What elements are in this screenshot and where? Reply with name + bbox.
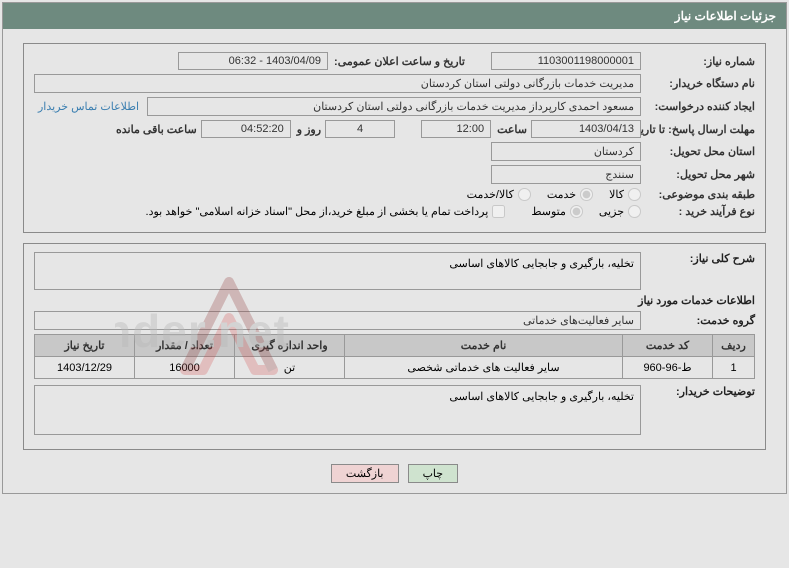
radio-small[interactable] bbox=[628, 205, 641, 218]
th-row: ردیف bbox=[713, 335, 755, 357]
cell-row: 1 bbox=[713, 357, 755, 379]
label-need-no: شماره نیاز: bbox=[645, 55, 755, 68]
cell-date: 1403/12/29 bbox=[35, 357, 135, 379]
th-unit: واحد اندازه گیری bbox=[235, 335, 345, 357]
label-time-word: ساعت bbox=[495, 123, 527, 136]
field-service-group: سایر فعالیت‌های خدماتی bbox=[34, 311, 641, 330]
field-deliver-prov: کردستان bbox=[491, 142, 641, 161]
radio-medium[interactable] bbox=[570, 205, 583, 218]
label-subject-cat: طبقه بندی موضوعی: bbox=[645, 188, 755, 201]
label-requester: ایجاد کننده درخواست: bbox=[645, 100, 755, 113]
field-buyer-org: مدیریت خدمات بازرگانی دولتی استان کردستا… bbox=[34, 74, 641, 93]
cell-code: ط-96-960 bbox=[623, 357, 713, 379]
radio-service[interactable] bbox=[580, 188, 593, 201]
checkbox-treasury[interactable] bbox=[492, 205, 505, 218]
label-service-group: گروه خدمت: bbox=[645, 314, 755, 327]
back-button[interactable]: بازگشت bbox=[331, 464, 399, 483]
field-deadline-time: 12:00 bbox=[421, 120, 491, 138]
services-table: ردیف کد خدمت نام خدمت واحد اندازه گیری ت… bbox=[34, 334, 755, 379]
service-info-fieldset: شرح کلی نیاز: تخلیه، بارگیری و جابجایی ک… bbox=[23, 243, 766, 450]
label-deliver-prov: استان محل تحویل: bbox=[645, 145, 755, 158]
field-deliver-city: سنندج bbox=[491, 165, 641, 184]
radio-small-label: جزیی bbox=[599, 205, 624, 218]
label-days-and: روز و bbox=[295, 123, 321, 136]
services-info-title: اطلاعات خدمات مورد نیاز bbox=[34, 294, 755, 307]
treasury-note: پرداخت تمام یا بخشی از مبلغ خرید،از محل … bbox=[146, 205, 489, 218]
buyer-contact-link[interactable]: اطلاعات تماس خریدار bbox=[34, 100, 143, 113]
th-qty: تعداد / مقدار bbox=[135, 335, 235, 357]
field-hms-left: 04:52:20 bbox=[201, 120, 291, 138]
field-buyer-notes: تخلیه، بارگیری و جابجایی کالاهای اساسی bbox=[34, 385, 641, 435]
field-days-left: 4 bbox=[325, 120, 395, 138]
field-announce-dt: 1403/04/09 - 06:32 bbox=[178, 52, 328, 70]
th-code: کد خدمت bbox=[623, 335, 713, 357]
radio-service-label: خدمت bbox=[547, 188, 576, 201]
label-time-left: ساعت باقی مانده bbox=[114, 123, 197, 136]
print-button[interactable]: چاپ bbox=[408, 464, 459, 483]
field-need-no: 1103001198000001 bbox=[491, 52, 641, 70]
need-info-fieldset: شماره نیاز: 1103001198000001 تاریخ و ساع… bbox=[23, 43, 766, 233]
radio-medium-label: متوسط bbox=[531, 205, 566, 218]
label-deliver-city: شهر محل تحویل: bbox=[645, 168, 755, 181]
cell-unit: تن bbox=[235, 357, 345, 379]
field-deadline-date: 1403/04/13 bbox=[531, 120, 641, 138]
label-deadline: مهلت ارسال پاسخ: تا تاریخ: bbox=[645, 123, 755, 136]
cell-qty: 16000 bbox=[135, 357, 235, 379]
radio-both[interactable] bbox=[518, 188, 531, 201]
label-announce-dt: تاریخ و ساعت اعلان عمومی: bbox=[332, 55, 465, 68]
cell-name: سایر فعالیت های خدماتی شخصی bbox=[345, 357, 623, 379]
label-buyer-org: نام دستگاه خریدار: bbox=[645, 77, 755, 90]
field-need-desc: تخلیه، بارگیری و جابجایی کالاهای اساسی bbox=[34, 252, 641, 290]
field-requester: مسعود احمدی کارپرداز مدیریت خدمات بازرگا… bbox=[147, 97, 641, 116]
table-row: 1 ط-96-960 سایر فعالیت های خدماتی شخصی ت… bbox=[35, 357, 755, 379]
th-date: تاریخ نیاز bbox=[35, 335, 135, 357]
radio-goods[interactable] bbox=[628, 188, 641, 201]
page-title: جزئیات اطلاعات نیاز bbox=[3, 3, 786, 29]
label-need-desc: شرح کلی نیاز: bbox=[645, 252, 755, 265]
radio-both-label: کالا/خدمت bbox=[467, 188, 514, 201]
radio-goods-label: کالا bbox=[609, 188, 624, 201]
label-buyer-notes: توضیحات خریدار: bbox=[645, 385, 755, 398]
label-proc-type: نوع فرآیند خرید : bbox=[645, 205, 755, 218]
th-name: نام خدمت bbox=[345, 335, 623, 357]
